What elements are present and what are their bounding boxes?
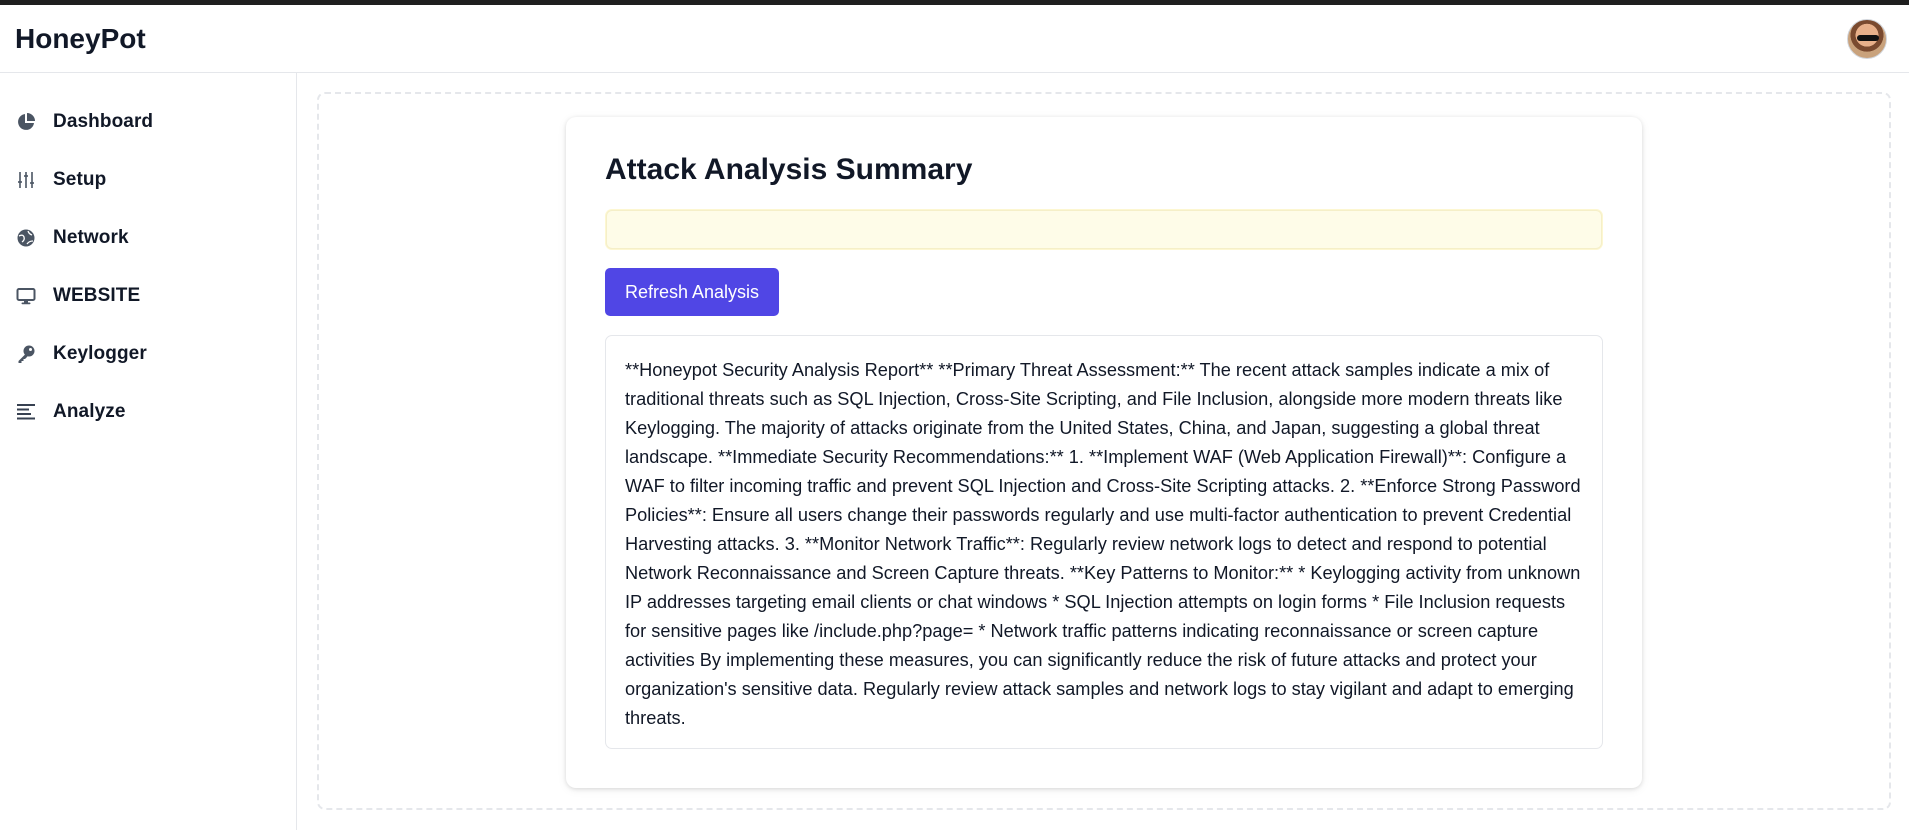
- refresh-analysis-button[interactable]: Refresh Analysis: [605, 268, 779, 316]
- key-icon: [15, 343, 37, 365]
- sidebar-item-website[interactable]: WEBSITE: [0, 267, 296, 325]
- sidebar: Dashboard Setup Network WEBSITE Keylogge…: [0, 73, 297, 830]
- sidebar-item-setup[interactable]: Setup: [0, 151, 296, 209]
- top-bar: HoneyPot: [0, 5, 1909, 73]
- app-title: HoneyPot: [15, 22, 146, 54]
- sidebar-item-label: Keylogger: [53, 343, 147, 364]
- avatar[interactable]: [1847, 18, 1887, 59]
- sidebar-item-label: WEBSITE: [53, 285, 141, 306]
- globe-icon: [15, 227, 37, 249]
- align-left-icon: [15, 401, 37, 423]
- sidebar-item-label: Dashboard: [53, 111, 154, 132]
- page-title: Attack Analysis Summary: [605, 153, 973, 186]
- monitor-icon: [15, 285, 37, 307]
- sliders-icon: [15, 169, 37, 191]
- analysis-report: **Honeypot Security Analysis Report** **…: [605, 335, 1603, 749]
- sidebar-item-keylogger[interactable]: Keylogger: [0, 325, 296, 383]
- sidebar-item-network[interactable]: Network: [0, 209, 296, 267]
- avatar-glasses: [1857, 34, 1879, 41]
- analysis-card: Attack Analysis Summary Refresh Analysis…: [566, 117, 1642, 788]
- sidebar-item-label: Network: [53, 227, 129, 248]
- sidebar-item-analyze[interactable]: Analyze: [0, 383, 296, 441]
- status-notice: [605, 209, 1603, 250]
- sidebar-item-label: Setup: [53, 169, 107, 190]
- pie-chart-icon: [15, 111, 37, 133]
- sidebar-item-dashboard[interactable]: Dashboard: [0, 93, 296, 151]
- sidebar-item-label: Analyze: [53, 401, 126, 422]
